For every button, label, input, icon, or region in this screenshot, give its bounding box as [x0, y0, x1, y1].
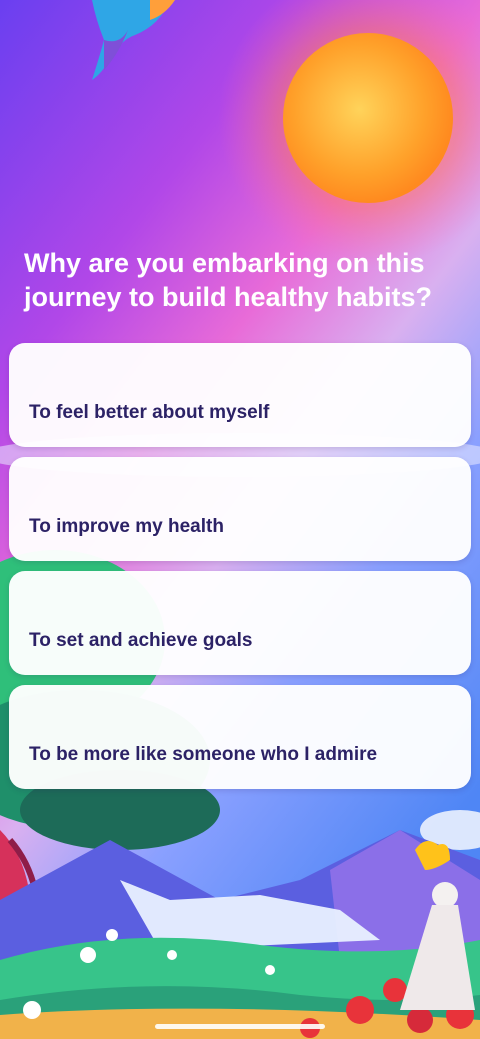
- home-indicator: [155, 1024, 325, 1029]
- option-achieve-goals[interactable]: To set and achieve goals: [9, 571, 471, 675]
- option-be-like-someone[interactable]: To be more like someone who I admire: [9, 685, 471, 789]
- option-feel-better[interactable]: To feel better about myself: [9, 343, 471, 447]
- option-improve-health[interactable]: To improve my health: [9, 457, 471, 561]
- option-label: To be more like someone who I admire: [29, 744, 378, 765]
- option-label: To set and achieve goals: [29, 630, 253, 651]
- option-label: To feel better about myself: [29, 402, 270, 423]
- option-label: To improve my health: [29, 516, 224, 537]
- question-title: Why are you embarking on this journey to…: [24, 248, 433, 312]
